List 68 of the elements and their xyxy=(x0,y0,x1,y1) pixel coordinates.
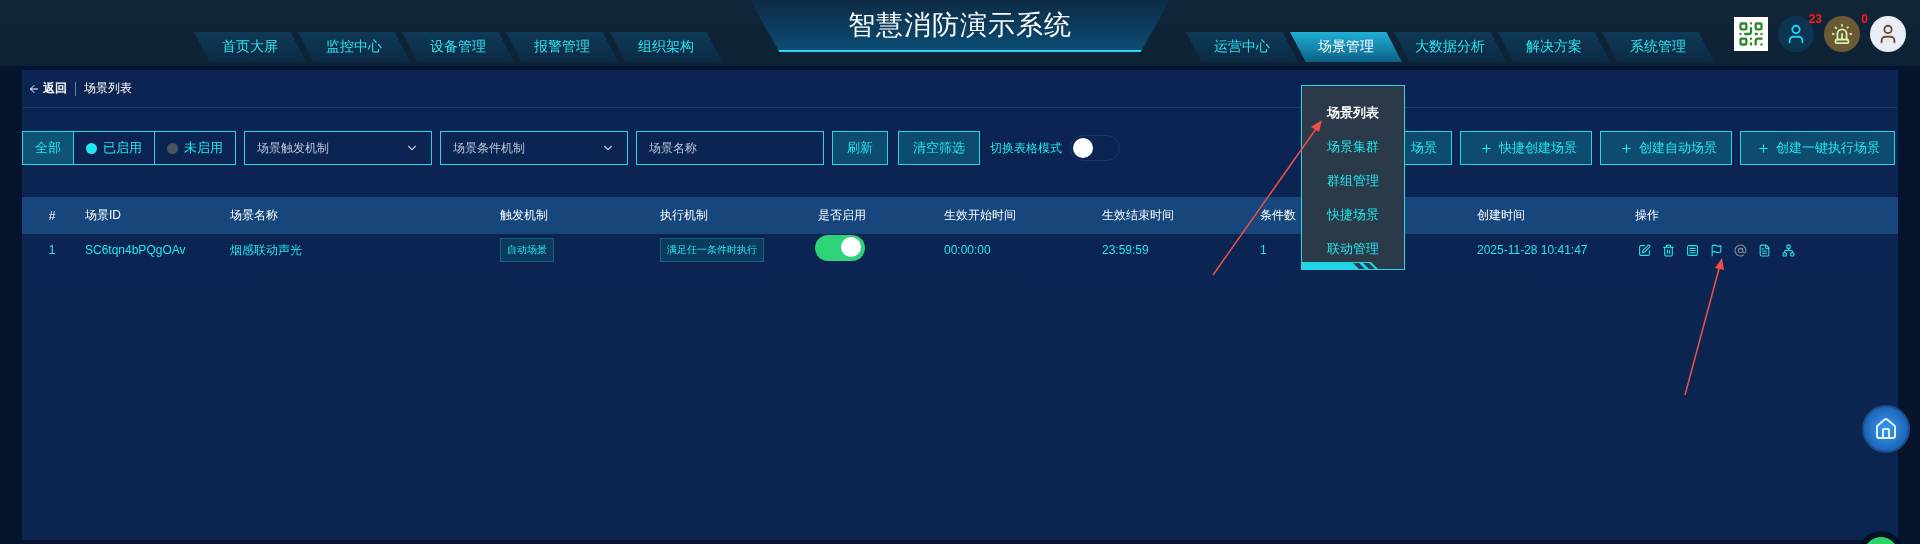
status-filter[interactable]: 全部 xyxy=(23,132,73,164)
clear-filter-button[interactable]: 清空筛选 xyxy=(898,131,980,165)
table-cell: 2025-11-28 10:41:47 xyxy=(1477,243,1588,257)
home-icon xyxy=(1874,417,1898,441)
nav-tab[interactable]: 首页大屏 xyxy=(194,32,306,62)
action-icon[interactable] xyxy=(1638,243,1651,257)
nav-tab[interactable]: 设备管理 xyxy=(402,32,514,62)
home-button[interactable] xyxy=(1862,405,1910,453)
nav-tab[interactable]: 场景管理 xyxy=(1290,32,1402,62)
trigger-select[interactable]: 场景触发机制 xyxy=(244,131,432,165)
column-header: 创建时间 xyxy=(1477,207,1525,224)
status-filter[interactable]: 未启用 xyxy=(154,132,235,164)
back-arrow-icon xyxy=(28,82,40,95)
avatar-icon[interactable] xyxy=(1870,16,1906,52)
row-index: 1 xyxy=(48,243,56,257)
enabled-switch[interactable] xyxy=(815,235,865,261)
nav-tab[interactable]: 大数据分析 xyxy=(1394,32,1506,62)
menu-item[interactable]: 群组管理 xyxy=(1321,164,1385,198)
nav-tab[interactable]: 报警管理 xyxy=(506,32,618,62)
column-header: 生效开始时间 xyxy=(944,207,1016,224)
create-button[interactable]: 创建一键执行场景 xyxy=(1740,131,1895,165)
siren-icon xyxy=(1831,23,1853,45)
plus-icon xyxy=(1480,141,1493,155)
execution-tag: 满足任一条件时执行 xyxy=(660,238,764,262)
column-header: 操作 xyxy=(1635,207,1659,224)
column-header: 触发机制 xyxy=(500,207,548,224)
column-header: 执行机制 xyxy=(660,207,708,224)
refresh-button[interactable]: 刷新 xyxy=(832,131,888,165)
nav-tab[interactable]: 运营中心 xyxy=(1186,32,1298,62)
table-cell: 烟感联动声光 xyxy=(230,241,302,259)
plus-icon xyxy=(1620,141,1633,155)
plus-icon xyxy=(1757,141,1770,155)
nav-tab[interactable]: 系统管理 xyxy=(1602,32,1714,62)
back-link[interactable]: 返回 xyxy=(28,80,67,97)
condition-select[interactable]: 场景条件机制 xyxy=(440,131,628,165)
menu-item[interactable]: 联动管理 xyxy=(1321,232,1385,266)
action-icon[interactable] xyxy=(1782,243,1795,257)
action-icon[interactable] xyxy=(1758,243,1771,257)
column-header: 场景ID xyxy=(85,207,121,224)
status-filter[interactable]: 已启用 xyxy=(73,132,154,164)
alarm-count: 0 xyxy=(1861,12,1868,26)
name-field[interactable]: 场景名称 xyxy=(636,131,824,165)
nav-tab[interactable]: 解决方案 xyxy=(1498,32,1610,62)
system-title: 智慧消防演示系统 xyxy=(848,9,1072,42)
action-icon[interactable] xyxy=(1686,243,1699,257)
nav-tab[interactable]: 组织架构 xyxy=(610,32,722,62)
trigger-tag: 自动场景 xyxy=(500,238,554,262)
action-icon[interactable] xyxy=(1662,243,1675,257)
column-header: 场景名称 xyxy=(230,207,278,224)
column-header: 是否启用 xyxy=(818,207,866,224)
table-cell: 1 xyxy=(1260,243,1267,257)
column-header: 条件数 xyxy=(1260,207,1296,224)
table-cell: SC6tqn4bPQgOAv xyxy=(85,243,186,257)
menu-item[interactable]: 场景列表 xyxy=(1321,96,1385,130)
alarm-button[interactable] xyxy=(1824,16,1860,52)
column-header: # xyxy=(48,208,56,223)
menu-item[interactable]: 快捷场景 xyxy=(1321,198,1385,232)
notification-count: 23 xyxy=(1808,12,1822,26)
table-cell: 23:59:59 xyxy=(1102,243,1149,257)
action-icon[interactable] xyxy=(1710,243,1723,257)
create-button[interactable]: 创建自动场景 xyxy=(1600,131,1732,165)
nav-tab[interactable]: 监控中心 xyxy=(298,32,410,62)
column-header: 生效结束时间 xyxy=(1102,207,1174,224)
create-button[interactable]: 快捷创建场景 xyxy=(1460,131,1592,165)
qr-code-icon[interactable] xyxy=(1734,17,1768,51)
table-cell: 00:00:00 xyxy=(944,243,991,257)
breadcrumb-current: 场景列表 xyxy=(84,80,132,97)
table-mode-label: 切换表格模式 xyxy=(990,139,1062,157)
